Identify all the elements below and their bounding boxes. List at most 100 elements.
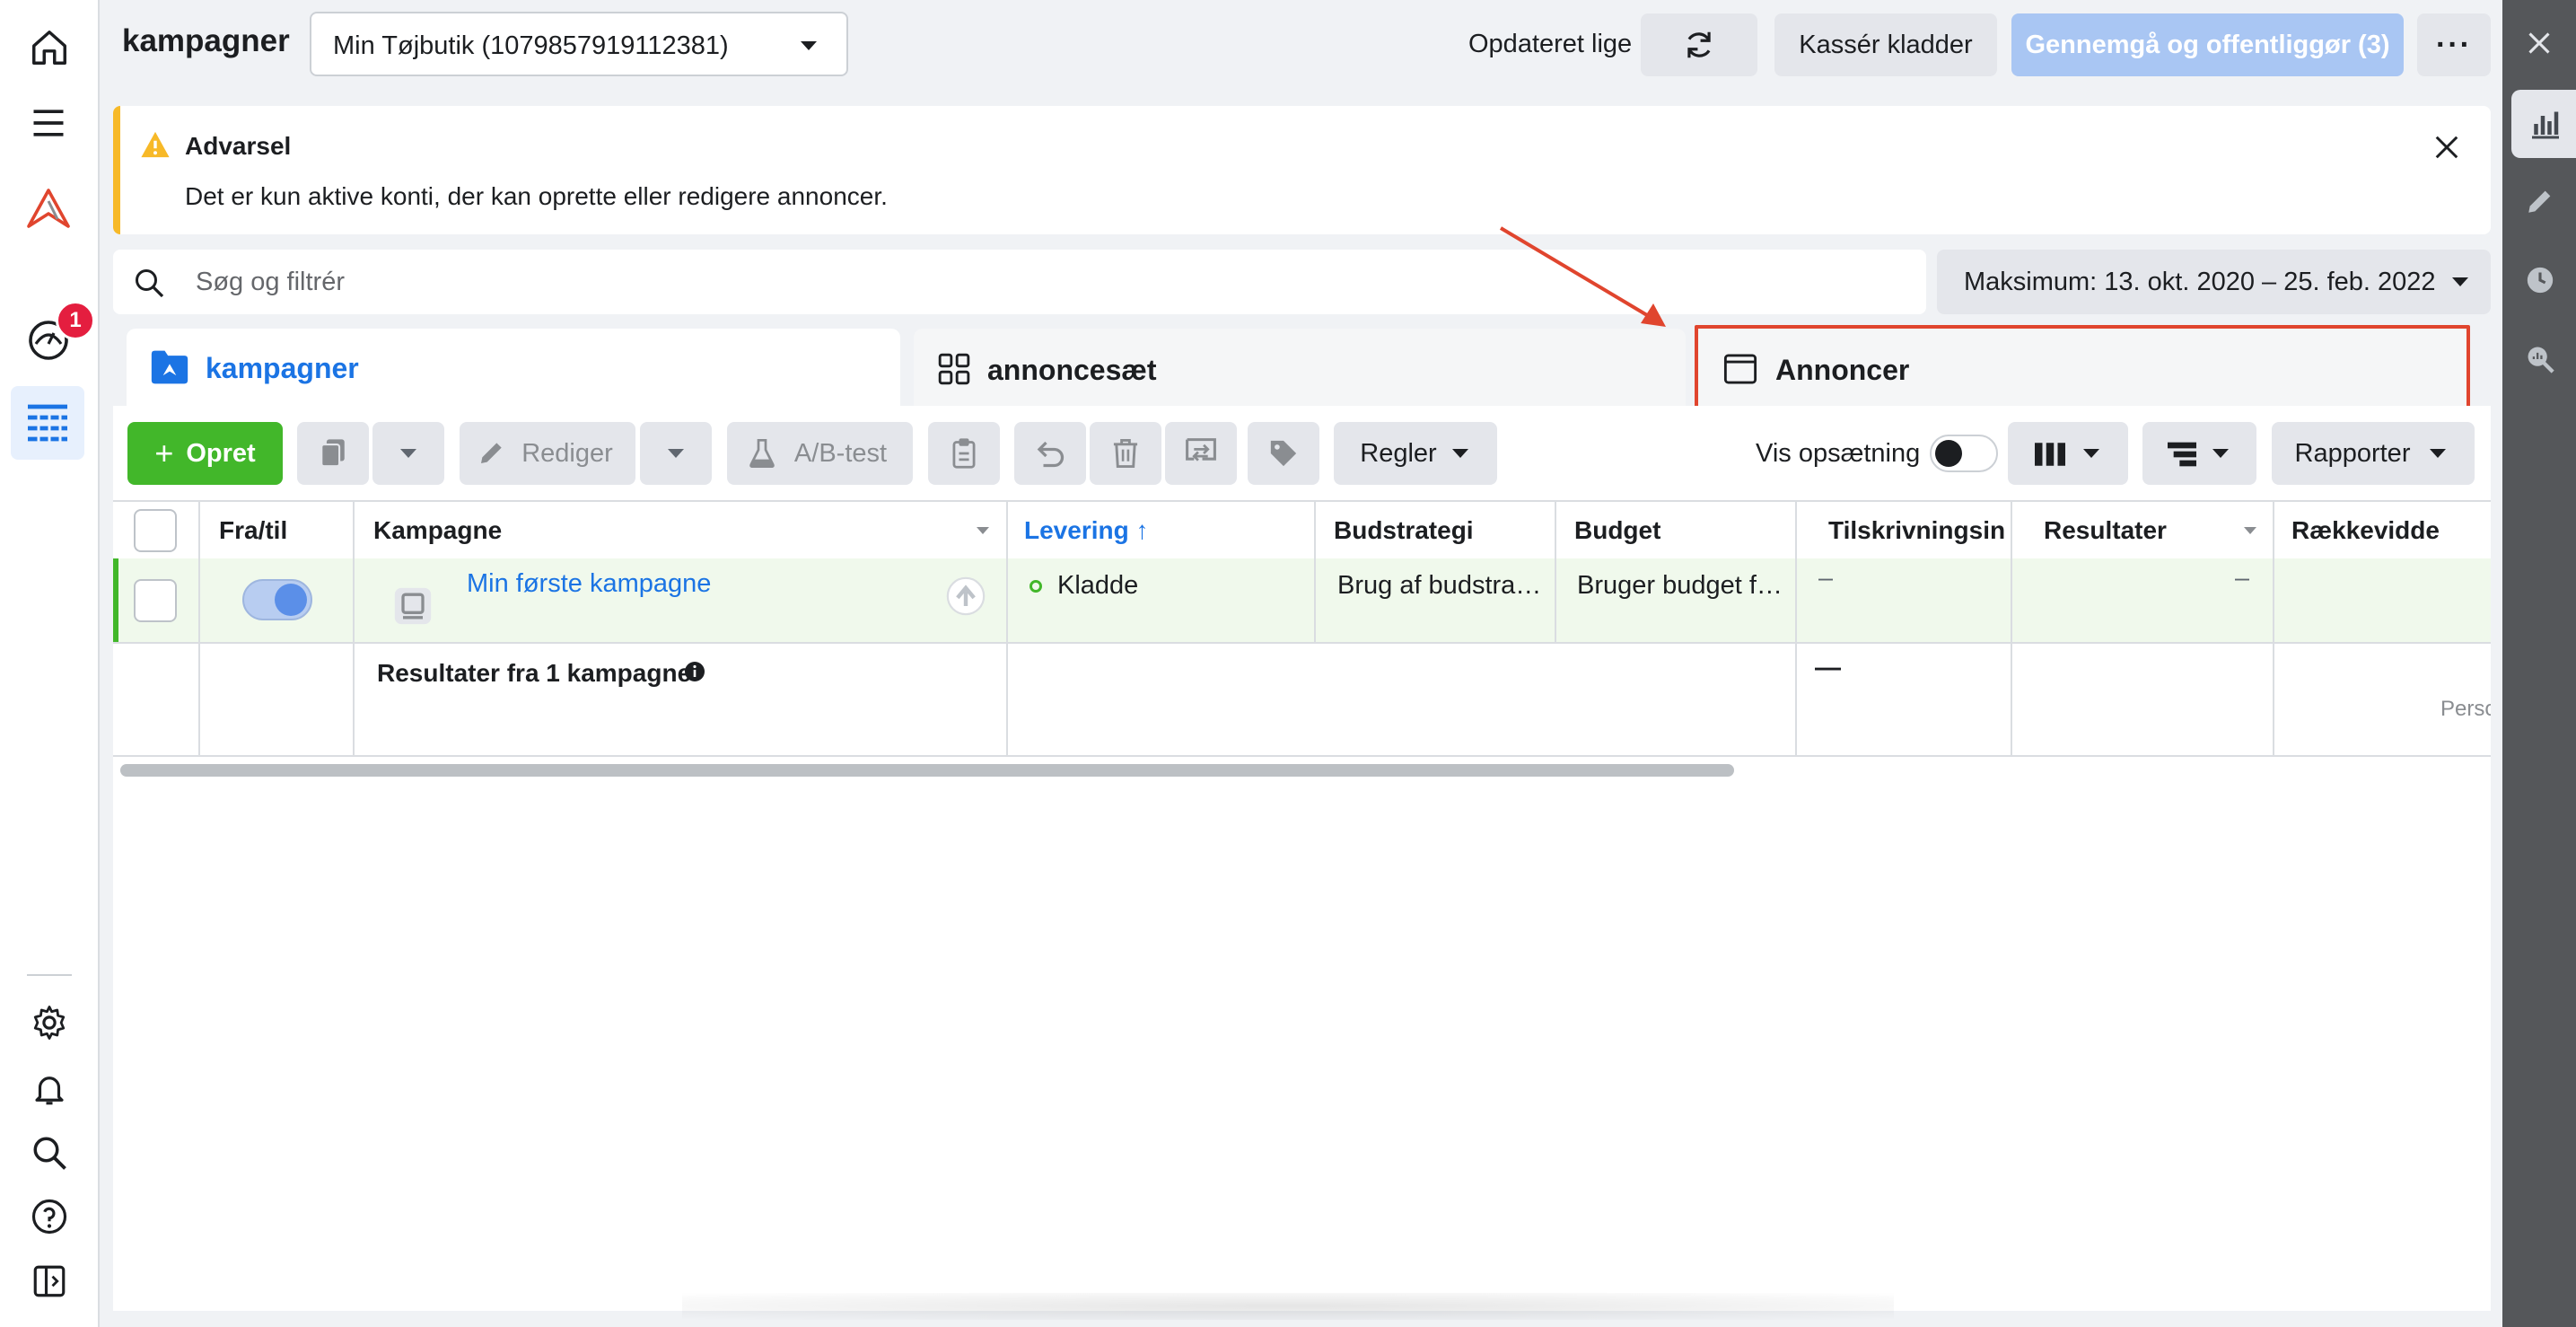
tab-adsets[interactable]: annoncesæt [914,329,1686,406]
column-menu-icon[interactable] [977,527,989,534]
chevron-down-icon [400,449,416,458]
info-icon[interactable] [684,661,705,682]
column-header-attribution[interactable]: Tilskrivningsindstilling [1828,516,2004,545]
date-range-picker[interactable]: Maksimum: 13. okt. 2020 – 25. feb. 2022 [1937,250,2491,314]
column-menu-icon[interactable] [2244,527,2256,534]
history-clock-icon[interactable] [2525,265,2555,295]
chevron-down-icon [2083,449,2099,458]
discard-drafts-button[interactable]: Kassér kladder [1774,13,1997,76]
chevron-down-icon [2212,449,2229,458]
close-warning-icon[interactable] [2433,134,2460,161]
account-name: Min Tøjbutik (1079857919112381) [333,31,729,60]
annotation-arrow [1499,224,1678,332]
reports-button[interactable]: Rapporter [2272,422,2475,485]
review-publish-button[interactable]: Gennemgå og offentliggør (3) [2011,13,2404,76]
tab-label: annoncesæt [987,354,1157,386]
view-setup-toggle[interactable] [1930,435,1998,472]
column-divider [1555,500,1556,642]
column-header-campaign[interactable]: Kampagne [373,516,502,545]
table-icon [26,402,69,444]
table-border [113,500,2491,502]
more-dots-icon: ··· [2436,27,2472,62]
edit-pencil-icon[interactable] [2525,186,2555,216]
select-all-checkbox[interactable] [134,509,177,552]
edit-button[interactable]: Rediger [460,422,635,485]
ads-manager-logo-icon[interactable] [27,189,70,228]
column-header-delivery[interactable]: Levering ↑ [1024,516,1148,545]
trash-icon [1111,437,1140,470]
tag-button[interactable] [1248,422,1319,485]
chevron-down-icon [2452,277,2468,286]
search-icon[interactable] [31,1134,68,1172]
column-header-results[interactable]: Resultater [2044,516,2167,545]
columns-button[interactable] [2008,422,2128,485]
settings-gear-icon[interactable] [31,1004,68,1041]
column-divider [1006,500,1008,755]
search-placeholder: Søg og filtrér [196,268,345,296]
breakdown-button[interactable] [2142,422,2256,485]
attribution-cell: – [1818,564,1834,593]
column-header-reach[interactable]: Rækkevidde [2291,516,2491,545]
clipboard-icon [951,437,977,470]
notification-badge: 1 [56,301,95,340]
column-divider [353,500,355,755]
close-icon[interactable] [2527,31,2552,56]
chevron-down-icon [2430,449,2446,458]
summary-reach-note: Perso [2440,697,2491,721]
create-label: Opret [186,438,256,468]
bid-strategy-cell: Brug af budstra… [1337,571,1542,600]
home-icon[interactable] [29,27,70,68]
campaign-on-off-toggle[interactable] [242,579,312,620]
duplicate-button[interactable] [297,422,369,485]
delivery-status: Kladde [1057,571,1139,600]
columns-icon [2035,443,2065,466]
account-selector[interactable]: Min Tøjbutik (1079857919112381) [310,12,848,76]
column-header-on-off[interactable]: Fra/til [219,516,287,545]
inspect-zoom-icon[interactable] [2525,344,2555,374]
help-icon[interactable] [31,1198,68,1235]
tab-campaigns[interactable]: kampagner [127,329,900,406]
refresh-button[interactable] [1641,13,1757,76]
undo-button[interactable] [1014,422,1086,485]
horizontal-scrollbar[interactable] [120,764,1734,777]
campaign-folder-icon [150,348,189,386]
more-options-button[interactable]: ··· [2417,13,2491,76]
table-border [113,642,2491,644]
column-divider [2011,500,2012,755]
updated-status: Opdateret lige nu [1468,30,1669,58]
toggle-knob [275,584,307,616]
collapse-panel-icon[interactable] [31,1262,68,1300]
duplicate-dropdown-button[interactable] [372,422,444,485]
column-header-bid-strategy[interactable]: Budstrategi [1334,516,1474,545]
edit-pencil-icon [478,438,506,467]
warning-text: Det er kun aktive konti, der kan oprette… [185,182,888,210]
export-button[interactable] [1165,422,1237,485]
publish-upload-icon[interactable] [946,576,986,616]
warning-banner [113,106,2491,234]
bell-icon[interactable] [31,1069,68,1109]
draft-campaign-icon [393,586,433,626]
edit-dropdown-button[interactable] [640,422,712,485]
warning-title: Advarsel [185,132,292,160]
undo-icon [1034,438,1066,469]
tag-icon [1268,438,1299,469]
ab-test-button[interactable]: A/B-test [727,422,913,485]
warning-triangle-icon [140,130,171,159]
campaign-name-link[interactable]: Min første kampagne [467,569,711,599]
rules-button[interactable]: Regler [1334,422,1497,485]
export-icon [1183,438,1219,469]
chart-panel-tab[interactable] [2511,90,2576,158]
delivery-status-dot [1030,580,1042,593]
plus-icon: + [154,435,174,471]
chevron-down-icon [1452,449,1468,458]
clipboard-button[interactable] [928,422,1000,485]
highlight-box [1695,325,2470,410]
reports-label: Rapporter [2294,438,2411,468]
date-range-label: Maksimum: 13. okt. 2020 – 25. feb. 2022 [1964,268,2436,296]
row-checkbox[interactable] [134,579,177,622]
delete-button[interactable] [1090,422,1161,485]
menu-icon[interactable] [29,103,68,143]
column-header-budget[interactable]: Budget [1574,516,1660,545]
create-button[interactable]: + Opret [127,422,283,485]
campaigns-nav-item[interactable] [11,386,84,460]
